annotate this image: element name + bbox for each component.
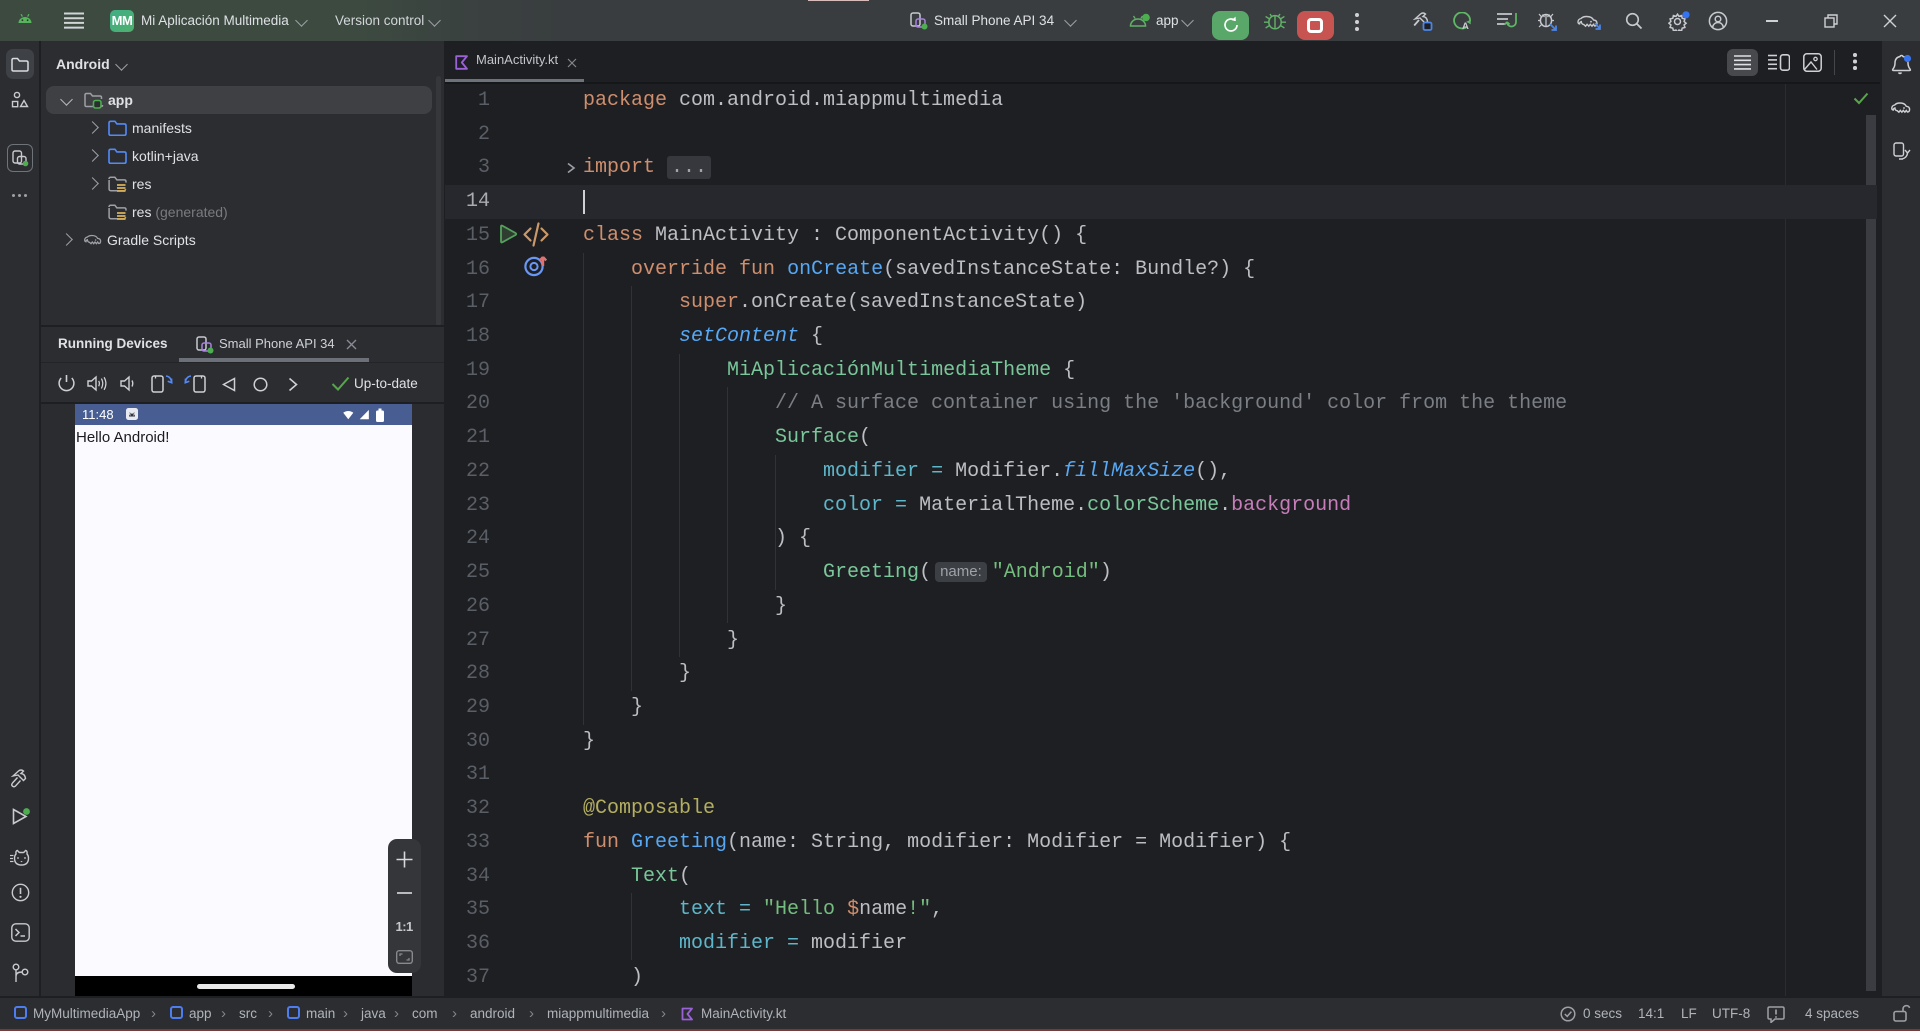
- svg-text:A: A: [1462, 21, 1469, 31]
